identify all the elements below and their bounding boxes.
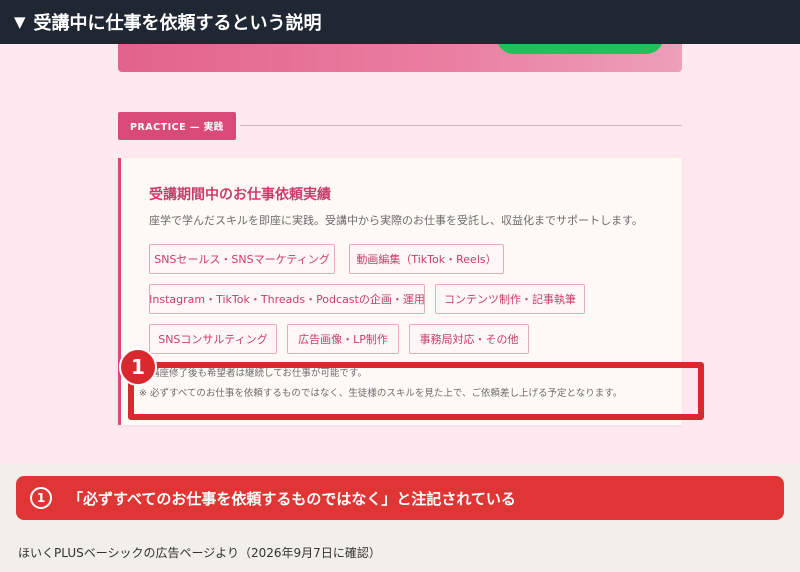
highlight-box bbox=[128, 362, 704, 420]
tag-content-writing: コンテンツ制作・記事執筆 bbox=[435, 284, 585, 314]
cta-button[interactable] bbox=[496, 44, 664, 54]
source-note: ほいくPLUSベーシックの広告ページより（2026年9月7日に確認） bbox=[18, 546, 381, 560]
header-title: 受講中に仕事を依頼するという説明 bbox=[33, 13, 322, 34]
screenshot-area: PRACTICE — 実践 受講期間中のお仕事依頼実績 座学で学んだスキルを即座… bbox=[0, 44, 800, 464]
annotation-marker: 1 bbox=[119, 348, 157, 386]
section-divider bbox=[240, 125, 682, 126]
triangle-down-icon[interactable]: ▼ bbox=[14, 13, 26, 31]
hero-banner bbox=[118, 44, 682, 72]
callout-text: 「必ずすべてのお仕事を依頼するものではなく」と注記されている bbox=[68, 489, 516, 508]
card-description: 座学で学んだスキルを即座に実践。受講中から実際のお仕事を受託し、収益化までサポー… bbox=[149, 214, 643, 227]
card-title: 受講期間中のお仕事依頼実績 bbox=[149, 187, 331, 203]
tag-office-other: 事務局対応・その他 bbox=[409, 324, 529, 354]
section-badge: PRACTICE — 実践 bbox=[118, 112, 236, 140]
tag-sns-operation: Instagram・TikTok・Threads・Podcastの企画・運用 bbox=[149, 284, 425, 314]
tag-sns-sales: SNSセールス・SNSマーケティング bbox=[149, 244, 335, 274]
tag-sns-consulting: SNSコンサルティング bbox=[149, 324, 277, 354]
header-bar: ▼ 受講中に仕事を依頼するという説明 bbox=[0, 0, 800, 44]
callout-banner: 1 「必ずすべてのお仕事を依頼するものではなく」と注記されている bbox=[16, 476, 784, 520]
section-header: PRACTICE — 実践 bbox=[118, 112, 682, 140]
callout-number: 1 bbox=[30, 487, 52, 509]
caption-area: 1 「必ずすべてのお仕事を依頼するものではなく」と注記されている ほいくPLUS… bbox=[0, 464, 800, 572]
tag-ad-lp: 広告画像・LP制作 bbox=[287, 324, 399, 354]
tag-video-editing: 動画編集（TikTok・Reels） bbox=[349, 244, 504, 274]
